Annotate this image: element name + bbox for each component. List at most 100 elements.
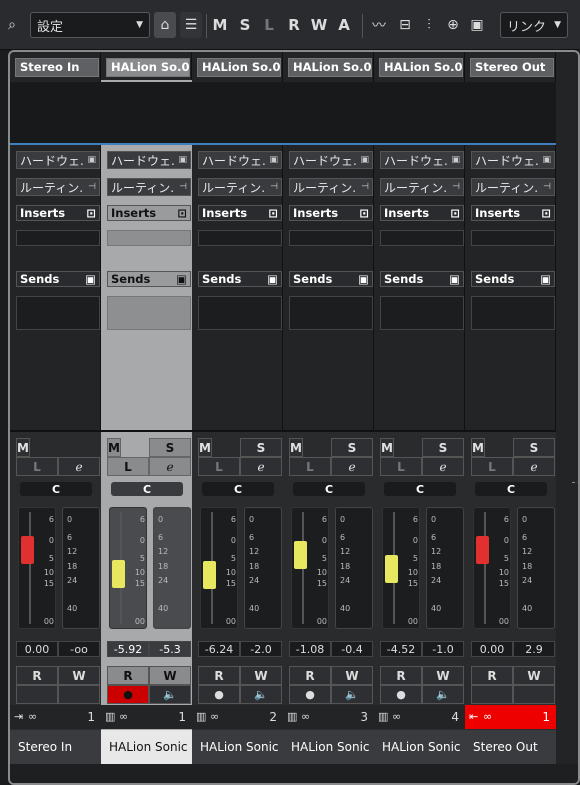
record-enable-button[interactable]: ● <box>107 685 149 704</box>
volume-fader[interactable]: 6 0 5 10 15 00 <box>18 507 56 629</box>
fader-handle[interactable] <box>294 541 307 569</box>
record-enable-button[interactable]: ● <box>289 685 331 704</box>
pan-control[interactable]: C <box>293 482 365 496</box>
insert-slot[interactable] <box>107 230 191 246</box>
pan-control[interactable]: C <box>475 482 547 496</box>
peak-value[interactable]: 2.9 <box>513 641 555 657</box>
edit-channel-icon[interactable]: ℯ <box>149 457 191 476</box>
inserts-header[interactable]: Inserts ⊡ <box>380 205 464 221</box>
monitor-button[interactable]: 🔈 <box>240 685 282 704</box>
channel-name[interactable]: HALion Sonic 04 <box>192 730 283 764</box>
insert-slot[interactable] <box>380 230 464 246</box>
listen-button[interactable]: L <box>471 457 513 476</box>
routing-icon[interactable]: ⊟ <box>394 12 416 38</box>
pan-control[interactable]: C <box>111 482 183 496</box>
record-enable-button[interactable]: ● <box>198 685 240 704</box>
solo-button[interactable]: S <box>240 438 282 457</box>
volume-value[interactable]: -6.24 <box>198 641 240 657</box>
insert-slot[interactable] <box>289 230 373 246</box>
listen-button[interactable]: L <box>16 457 58 476</box>
channel-name[interactable]: HALion Sonic 02 <box>283 730 374 764</box>
monitor-button[interactable]: 🔈 <box>422 685 464 704</box>
channel-name[interactable]: Stereo Out <box>465 730 556 764</box>
output-routing-slot[interactable]: ルーティン. ⊣ <box>471 178 555 196</box>
sends-header[interactable]: Sends ▣ <box>380 271 464 287</box>
channel-header[interactable]: HALion So.03 <box>379 58 463 77</box>
global-listen-button[interactable]: L <box>259 12 279 38</box>
volume-value[interactable]: 0.00 <box>16 641 58 657</box>
channel-name[interactable]: HALion Sonic 01 <box>101 730 192 764</box>
read-automation-button[interactable]: R <box>16 666 58 685</box>
solo-button[interactable]: S <box>422 438 464 457</box>
pan-control[interactable]: C <box>202 482 274 496</box>
mute-button[interactable]: M <box>471 438 485 457</box>
global-automation-button[interactable]: A <box>334 12 354 38</box>
send-slot[interactable] <box>380 296 464 330</box>
channel-header[interactable]: Stereo In <box>15 58 99 77</box>
send-slot[interactable] <box>471 296 555 330</box>
insert-slot[interactable] <box>198 230 282 246</box>
volume-fader[interactable]: 6 0 5 10 15 00 <box>473 507 511 629</box>
edit-channel-icon[interactable]: ℯ <box>240 457 282 476</box>
send-slot[interactable] <box>289 296 373 330</box>
horizontal-scrollbar[interactable] <box>10 764 578 783</box>
fader-handle[interactable] <box>203 561 216 589</box>
inserts-header[interactable]: Inserts ⊡ <box>107 205 191 221</box>
input-routing-slot[interactable]: ハードウェ. ▣ <box>107 151 191 169</box>
mute-button[interactable]: M <box>198 438 212 457</box>
listen-button[interactable]: L <box>107 457 149 476</box>
output-routing-slot[interactable]: ルーティン. ⊣ <box>198 178 282 196</box>
write-automation-button[interactable]: W <box>149 666 191 685</box>
write-automation-button[interactable]: W <box>58 666 100 685</box>
waveform-icon[interactable]: 〰 <box>368 12 390 38</box>
window-layout-icon[interactable]: ⌂ <box>154 12 176 38</box>
edit-channel-icon[interactable]: ℯ <box>331 457 373 476</box>
monitor-icon[interactable]: ▣ <box>466 12 488 38</box>
preset-select[interactable]: 設定 ▼ <box>30 12 150 38</box>
monitor-button[interactable]: 🔈 <box>331 685 373 704</box>
fader-handle[interactable] <box>21 536 34 564</box>
record-enable-button[interactable]: ● <box>380 685 422 704</box>
pan-control[interactable]: C <box>384 482 456 496</box>
inserts-header[interactable]: Inserts ⊡ <box>289 205 373 221</box>
sends-header[interactable]: Sends ▣ <box>471 271 555 287</box>
channel-header[interactable]: HALion So.02 <box>288 58 372 77</box>
read-automation-button[interactable]: R <box>380 666 422 685</box>
sends-header[interactable]: Sends ▣ <box>198 271 282 287</box>
input-routing-slot[interactable]: ハードウェ. ▣ <box>289 151 373 169</box>
volume-fader[interactable]: 6 0 5 10 15 00 <box>291 507 329 629</box>
sends-header[interactable]: Sends ▣ <box>107 271 191 287</box>
insert-slot[interactable] <box>16 230 100 246</box>
output-routing-slot[interactable]: ルーティン. ⊣ <box>289 178 373 196</box>
edit-channel-icon[interactable]: ℯ <box>513 457 555 476</box>
channel-strip-icon[interactable]: ⊕ <box>442 12 464 38</box>
input-routing-slot[interactable]: ハードウェ. ▣ <box>198 151 282 169</box>
mute-button[interactable]: M <box>289 438 303 457</box>
eq-sliders-icon[interactable]: ⫶ <box>418 12 440 38</box>
volume-value[interactable]: -1.08 <box>289 641 331 657</box>
peak-value[interactable]: -5.3 <box>149 641 191 657</box>
solo-button[interactable]: S <box>513 438 555 457</box>
volume-value[interactable]: 0.00 <box>471 641 513 657</box>
input-routing-slot[interactable]: ハードウェ. ▣ <box>471 151 555 169</box>
global-solo-button[interactable]: S <box>235 12 255 38</box>
read-automation-button[interactable]: R <box>198 666 240 685</box>
channel-name[interactable]: HALion Sonic 03 <box>374 730 465 764</box>
listen-button[interactable]: L <box>198 457 240 476</box>
send-slot[interactable] <box>16 296 100 330</box>
monitor-button[interactable]: 🔈 <box>149 685 191 704</box>
read-automation-button[interactable]: R <box>107 666 149 685</box>
input-routing-slot[interactable]: ハードウェ. ▣ <box>16 151 100 169</box>
channel-name[interactable]: Stereo In <box>10 730 101 764</box>
channel-header[interactable]: HALion So.04 <box>197 58 281 77</box>
edit-channel-icon[interactable]: ℯ <box>58 457 100 476</box>
volume-fader[interactable]: 6 0 5 10 15 00 <box>200 507 238 629</box>
listen-button[interactable]: L <box>289 457 331 476</box>
global-mute-button[interactable]: M <box>210 12 230 38</box>
channel-header[interactable]: HALion So.01 <box>106 58 190 77</box>
volume-fader[interactable]: 6 0 5 10 15 00 <box>109 507 147 629</box>
fader-handle[interactable] <box>385 555 398 583</box>
volume-value[interactable]: -4.52 <box>380 641 422 657</box>
input-routing-slot[interactable]: ハードウェ. ▣ <box>380 151 464 169</box>
solo-button[interactable]: S <box>149 438 191 457</box>
